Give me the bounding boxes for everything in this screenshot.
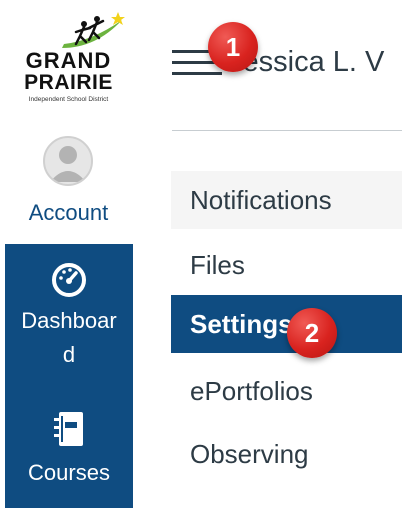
step-callout-2: 2 xyxy=(287,308,337,358)
nav-account-label: Account xyxy=(28,200,109,225)
nav-dashboard-label-2: d xyxy=(62,342,76,367)
courses-icon xyxy=(54,412,83,446)
menu-item-notifications[interactable]: Notifications xyxy=(171,171,402,229)
menu-item-observing[interactable]: Observing xyxy=(171,425,402,483)
hamburger-line xyxy=(172,72,222,75)
nav-courses[interactable]: Courses xyxy=(5,410,133,508)
nav-courses-label: Courses xyxy=(28,460,110,485)
menu-item-files[interactable]: Files xyxy=(171,236,402,294)
school-logo[interactable]: GRAND PRAIRIE Independent School Distric… xyxy=(0,8,137,120)
menu-item-eportfolios[interactable]: ePortfolios xyxy=(171,362,402,420)
avatar-icon xyxy=(43,136,93,186)
menu-item-settings[interactable]: Settings xyxy=(171,295,402,353)
logo-icon xyxy=(62,12,125,48)
nav-dashboard[interactable]: Dashboar d xyxy=(5,262,133,388)
header-divider xyxy=(172,130,402,131)
nav-account[interactable]: Account xyxy=(0,134,137,234)
logo-line-prairie: PRAIRIE xyxy=(24,71,113,94)
dashboard-icon xyxy=(52,263,86,297)
nav-dashboard-label-1: Dashboar xyxy=(21,308,117,333)
global-navigation: GRAND PRAIRIE Independent School Distric… xyxy=(0,0,137,508)
logo-subtitle: Independent School District xyxy=(28,96,109,103)
step-callout-1: 1 xyxy=(208,22,258,72)
logo-line-grand: GRAND xyxy=(25,48,112,73)
